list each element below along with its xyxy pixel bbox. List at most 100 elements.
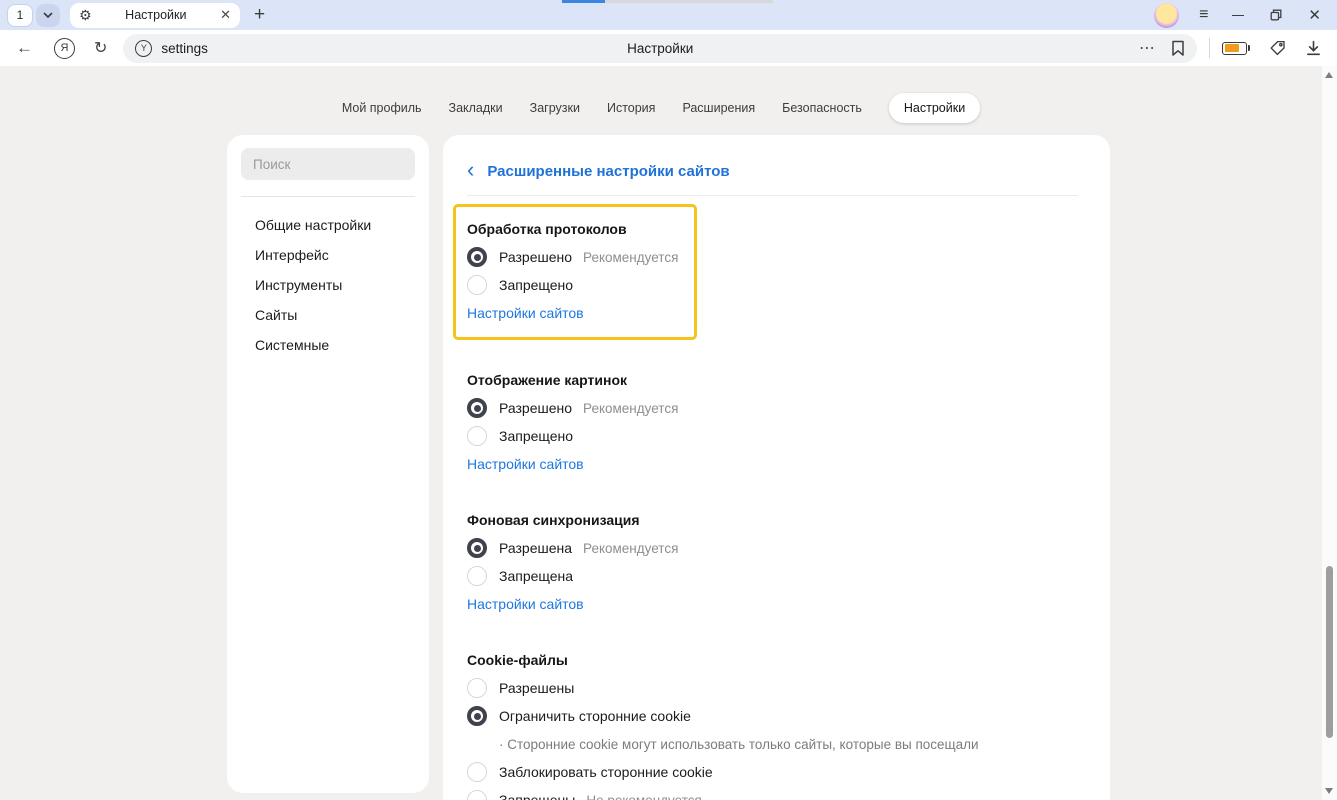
browser-tab-settings[interactable]: ⚙ Настройки ✕ xyxy=(70,3,240,28)
nav-tab-0[interactable]: Мой профиль xyxy=(342,101,422,115)
radio-option[interactable]: Заблокировать сторонние cookie xyxy=(467,758,1078,786)
radio-option[interactable]: Запрещена xyxy=(467,562,1078,590)
settings-section-0: Обработка протоколов Разрешено Рекомендует… xyxy=(453,204,697,340)
option-label: Запрещено xyxy=(499,428,573,444)
nav-tab-3[interactable]: История xyxy=(607,101,655,115)
settings-nav-tabs: Мой профиль Закладки Загрузки История Расшир… xyxy=(0,93,1322,123)
collections-tag-icon xyxy=(1269,39,1287,57)
settings-section-2: Фоновая синхронизацияРазрешенаРекомендуе… xyxy=(467,506,1078,618)
sidebar-item-1[interactable]: Интерфейс xyxy=(255,232,415,262)
option-note: Рекомендуется xyxy=(583,401,678,416)
sidebar-items: Общие настройкиИнтерфейсИнструментыСайты… xyxy=(241,197,415,352)
hamburger-menu-icon[interactable]: ≡ xyxy=(1199,6,1208,24)
window-minimize-button[interactable] xyxy=(1232,15,1244,16)
option-label: Разрешено xyxy=(499,400,572,416)
radio-unselected-icon[interactable] xyxy=(467,566,487,586)
sidebar-item-3[interactable]: Сайты xyxy=(255,292,415,322)
loading-bar-progress xyxy=(562,0,605,3)
nav-tab-4[interactable]: Расширения xyxy=(682,101,755,115)
bookmark-icon[interactable] xyxy=(1171,40,1185,57)
header-divider xyxy=(467,195,1078,196)
sidebar-item-2[interactable]: Инструменты xyxy=(255,262,415,292)
radio-selected-icon[interactable] xyxy=(467,398,487,418)
site-settings-link[interactable]: Настройки сайтов xyxy=(467,456,584,472)
nav-tab-2[interactable]: Загрузки xyxy=(530,101,580,115)
site-settings-link[interactable]: Настройки сайтов xyxy=(467,305,584,321)
scroll-up-arrow[interactable] xyxy=(1325,72,1333,78)
radio-selected-icon[interactable] xyxy=(467,706,487,726)
option-label: Разрешено xyxy=(499,249,572,265)
tab-counter-button[interactable]: 1 xyxy=(7,4,33,27)
radio-unselected-icon[interactable] xyxy=(467,790,487,800)
profile-avatar[interactable] xyxy=(1154,3,1179,28)
settings-sidebar: Общие настройкиИнтерфейсИнструментыСайты… xyxy=(227,135,429,793)
nav-tab-1[interactable]: Закладки xyxy=(449,101,503,115)
back-chevron-icon[interactable]: ‹ xyxy=(467,159,474,181)
radio-option[interactable]: Запрещено xyxy=(467,271,678,299)
option-note: Рекомендуется xyxy=(583,541,678,556)
scroll-down-arrow[interactable] xyxy=(1325,788,1333,794)
radio-option[interactable]: Разрешены xyxy=(467,674,1078,702)
search-input[interactable] xyxy=(241,148,415,180)
option-label: Заблокировать сторонние cookie xyxy=(499,764,713,780)
option-note: Рекомендуется xyxy=(583,250,678,265)
settings-page: Мой профиль Закладки Загрузки История Расшир… xyxy=(0,66,1337,800)
battery-level xyxy=(1225,44,1239,52)
sidebar-item-4[interactable]: Системные xyxy=(255,322,415,352)
restore-window-icon xyxy=(1270,9,1282,21)
more-actions-icon[interactable]: ⋯ xyxy=(1139,38,1156,58)
option-label: Запрещена xyxy=(499,568,573,584)
option-label: Ограничить сторонние cookie xyxy=(499,708,691,724)
yandex-logo-icon[interactable]: Я xyxy=(54,38,75,59)
radio-selected-icon[interactable] xyxy=(467,538,487,558)
site-settings-link[interactable]: Настройки сайтов xyxy=(467,596,584,612)
radio-unselected-icon[interactable] xyxy=(467,762,487,782)
radio-option[interactable]: Разрешена Рекомендуется xyxy=(467,534,1078,562)
new-tab-button[interactable]: + xyxy=(254,4,265,26)
radio-option[interactable]: Ограничить сторонние cookie xyxy=(467,702,1078,730)
settings-main-panel: ‹ Расширенные настройки сайтов Обработка… xyxy=(443,135,1110,800)
radio-option[interactable]: Запрещены Не рекомендуется xyxy=(467,786,1078,800)
radio-option[interactable]: Запрещено xyxy=(467,422,1078,450)
close-tab-icon[interactable]: ✕ xyxy=(220,7,231,23)
window-close-button[interactable]: ✕ xyxy=(1308,6,1321,24)
nav-tab-5[interactable]: Безопасность xyxy=(782,101,862,115)
option-label: Разрешены xyxy=(499,680,574,696)
chevron-down-icon xyxy=(43,12,53,18)
download-icon xyxy=(1306,40,1321,56)
reload-button[interactable]: ↻ xyxy=(94,38,107,58)
downloads-button[interactable] xyxy=(1306,40,1321,56)
section-title: Обработка протоколов xyxy=(467,215,678,243)
settings-section-1: Отображение картинок Разрешено Рекомендует… xyxy=(467,366,1078,478)
option-label: Запрещены xyxy=(499,792,575,800)
radio-unselected-icon[interactable] xyxy=(467,426,487,446)
tab-list-dropdown-button[interactable] xyxy=(36,4,60,27)
radio-unselected-icon[interactable] xyxy=(467,678,487,698)
sidebar-item-0[interactable]: Общие настройки xyxy=(255,202,415,232)
browser-toolbar: ← Я ↻ Y settings Настройки ⋯ xyxy=(0,30,1337,66)
address-bar-page-title: Настройки xyxy=(123,41,1197,56)
settings-section-3: Cookie-файлыРазрешеныОграничить сторонни… xyxy=(467,646,1078,800)
collections-button[interactable] xyxy=(1269,39,1287,57)
option-note: Не рекомендуется xyxy=(586,793,701,800)
page-title[interactable]: Расширенные настройки сайтов xyxy=(487,163,729,180)
section-title: Отображение картинок xyxy=(467,366,1078,394)
radio-selected-icon[interactable] xyxy=(467,247,487,267)
back-button[interactable]: ← xyxy=(16,38,33,58)
site-icon[interactable]: Y xyxy=(135,40,152,57)
loading-bar-track xyxy=(605,0,773,3)
url-text[interactable]: settings xyxy=(161,41,208,56)
settings-sections: Обработка протоколов Разрешено Рекомендует… xyxy=(467,204,1078,800)
scrollbar-thumb[interactable] xyxy=(1326,566,1333,738)
address-bar[interactable]: Y settings Настройки ⋯ xyxy=(123,34,1197,63)
radio-option[interactable]: Разрешено Рекомендуется xyxy=(467,243,678,271)
gear-icon: ⚙ xyxy=(79,8,92,22)
option-label: Разрешена xyxy=(499,540,572,556)
nav-tab-6[interactable]: Настройки xyxy=(889,93,980,123)
scrollbar[interactable] xyxy=(1322,66,1337,800)
radio-unselected-icon[interactable] xyxy=(467,275,487,295)
radio-option[interactable]: Разрешено Рекомендуется xyxy=(467,394,1078,422)
toolbar-separator xyxy=(1209,38,1210,58)
battery-icon[interactable] xyxy=(1222,42,1247,55)
window-maximize-button[interactable] xyxy=(1270,9,1282,21)
